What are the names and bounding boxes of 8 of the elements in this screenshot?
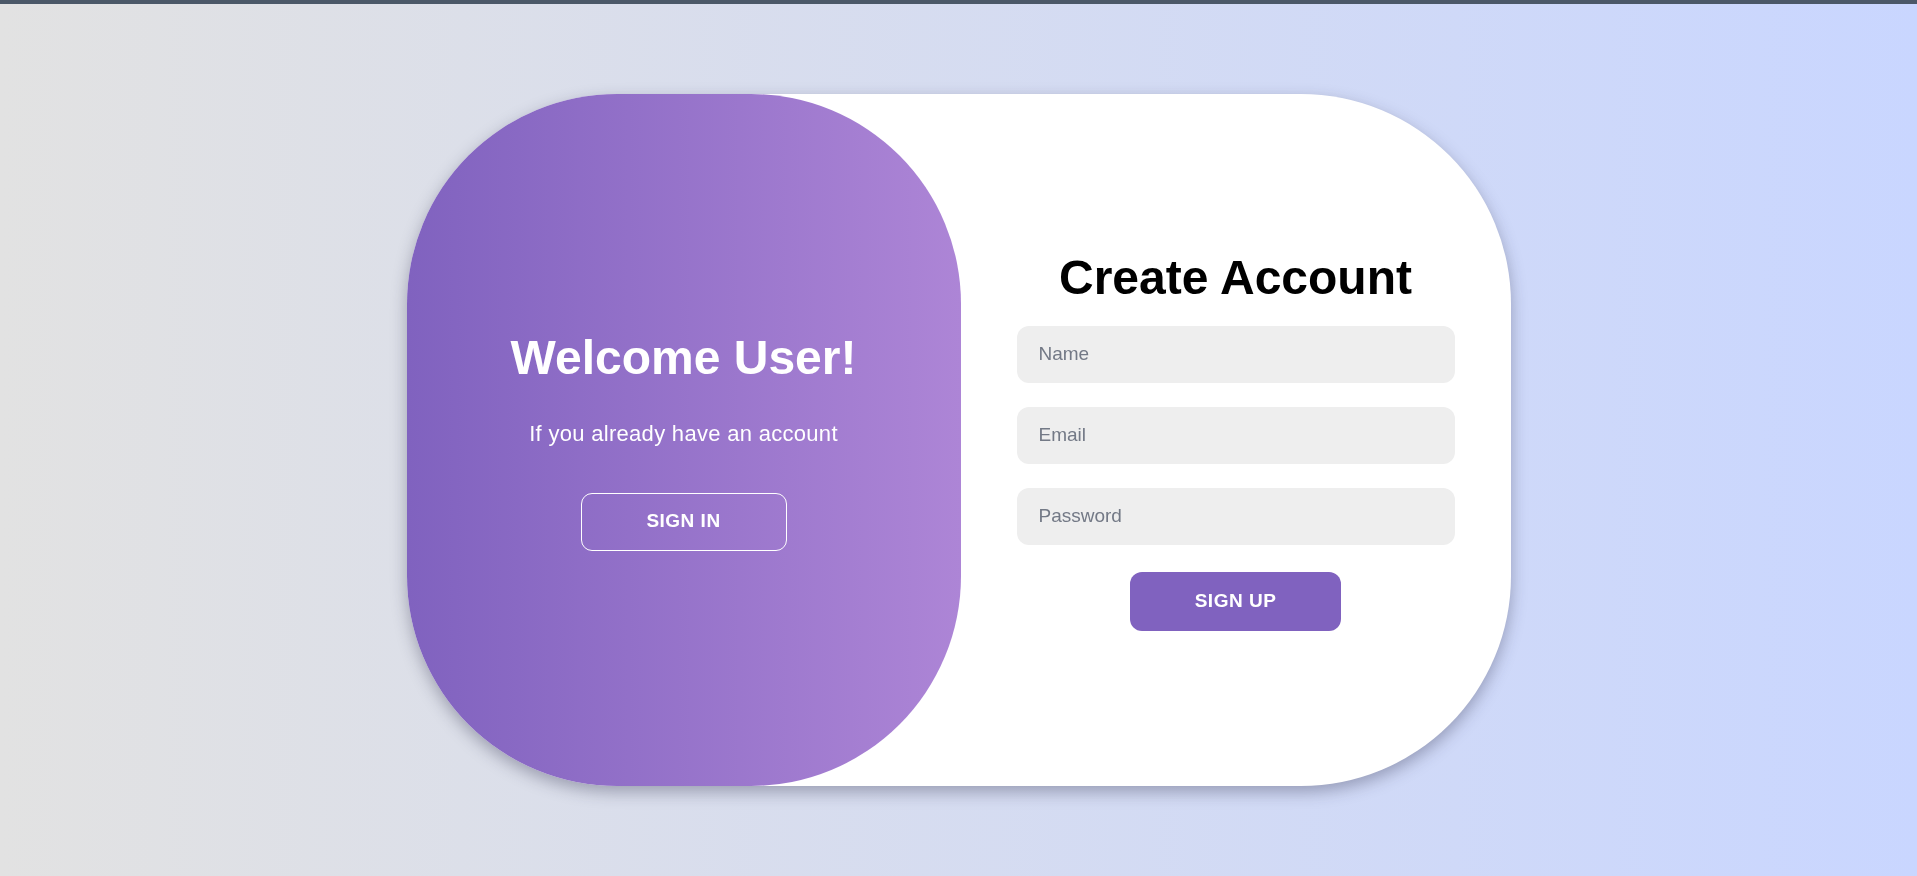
- input-field[interactable]: Password: [1016, 487, 1455, 545]
- sign-in-button[interactable]: SIGN IN: [580, 492, 787, 551]
- welcome-text: If you already have an account: [529, 419, 838, 448]
- welcome-title: Welcome User!: [510, 330, 857, 387]
- input-field[interactable]: Email: [1016, 406, 1455, 464]
- sign-up-button[interactable]: SIGN UP: [1130, 571, 1341, 631]
- input-field[interactable]: Name: [1016, 325, 1455, 383]
- create-account-title: Create Account: [1059, 250, 1412, 307]
